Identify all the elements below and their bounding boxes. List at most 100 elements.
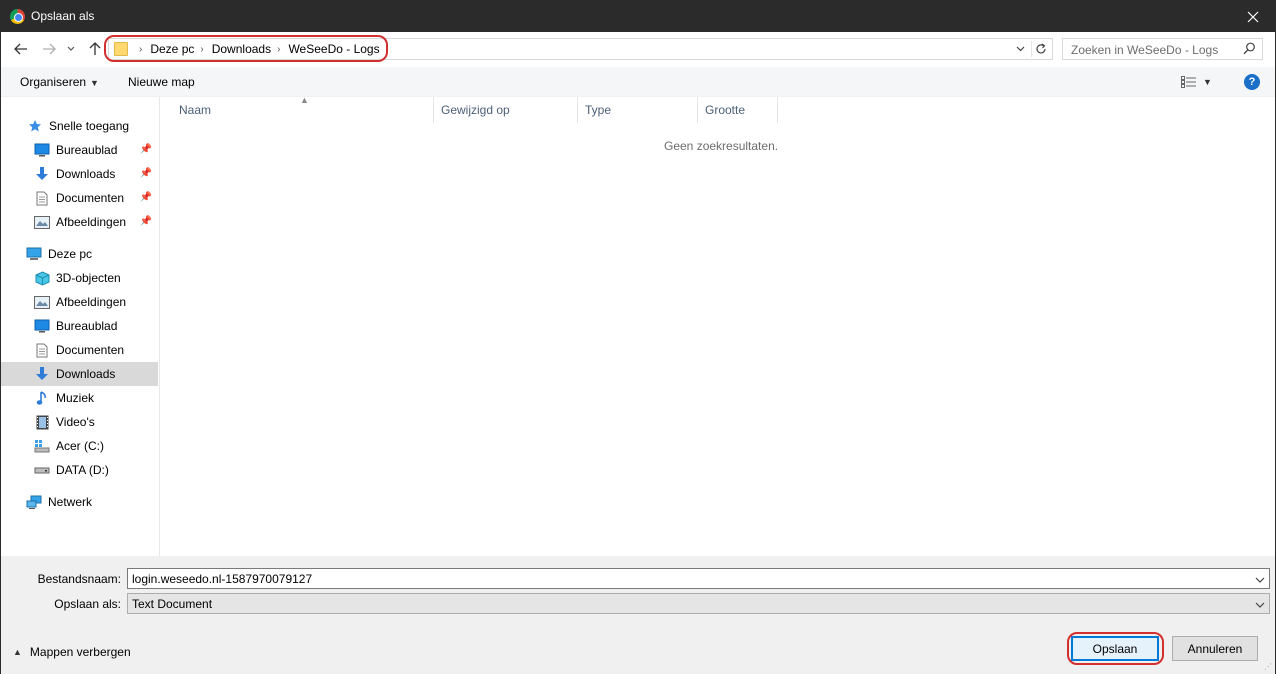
column-header-size[interactable]: Grootte	[698, 97, 778, 123]
computer-icon	[26, 246, 42, 262]
breadcrumb-this-pc[interactable]: Deze pc	[150, 42, 194, 56]
address-dropdown-button[interactable]	[1013, 41, 1027, 57]
back-button[interactable]	[11, 39, 31, 59]
nav-music[interactable]: Muziek	[1, 386, 158, 410]
close-icon	[1247, 11, 1259, 22]
column-header-type[interactable]: Type	[578, 97, 698, 123]
resize-grip-icon[interactable]: ⋰	[1264, 662, 1272, 671]
music-note-icon	[34, 390, 50, 406]
file-list[interactable]: ▲ Naam Gewijzigd op Type Grootte Geen zo…	[161, 95, 1275, 556]
pin-icon: 📌	[139, 168, 152, 179]
refresh-button[interactable]	[1031, 41, 1049, 57]
nav-label: Downloads	[56, 167, 116, 181]
filename-label: Bestandsnaam:	[37, 572, 121, 586]
nav-desktop[interactable]: Bureaublad	[1, 314, 158, 338]
title-bar[interactable]: Opslaan als	[1, 1, 1275, 32]
pictures-icon	[34, 294, 50, 310]
nav-label: Bureaublad	[56, 143, 118, 157]
chevron-down-icon	[67, 46, 75, 51]
breadcrumb-separator[interactable]: ›	[277, 44, 280, 55]
pictures-icon	[34, 214, 50, 230]
cancel-button[interactable]: Annuleren	[1172, 636, 1258, 661]
search-placeholder: Zoeken in WeSeeDo - Logs	[1071, 43, 1219, 57]
column-header-name[interactable]: Naam	[172, 97, 434, 123]
save-as-dialog: Opslaan als › Deze pc › Downloads › WeSe…	[0, 0, 1276, 674]
star-icon	[27, 118, 43, 134]
navigation-pane: Snelle toegang Bureaublad 📌 Downloads 📌 …	[1, 97, 160, 556]
caret-down-icon: ▼	[90, 78, 99, 88]
search-icon[interactable]	[1243, 42, 1256, 58]
nav-label: Documenten	[56, 191, 125, 205]
organize-button[interactable]: Organiseren ▼	[20, 75, 99, 89]
hide-folders-label: Mappen verbergen	[29, 645, 131, 659]
nav-label: Afbeeldingen	[56, 215, 127, 229]
search-box[interactable]: Zoeken in WeSeeDo - Logs	[1062, 38, 1263, 60]
chrome-icon	[10, 9, 25, 24]
desktop-icon	[34, 142, 50, 158]
chevron-down-icon[interactable]	[1255, 573, 1265, 587]
desktop-icon	[34, 318, 50, 334]
nav-documents[interactable]: Documenten	[1, 338, 158, 362]
breadcrumb-weseedo-logs[interactable]: WeSeeDo - Logs	[288, 42, 379, 56]
nav-3d-objects[interactable]: 3D-objecten	[1, 266, 158, 290]
up-button[interactable]	[85, 39, 105, 59]
nav-pictures[interactable]: Afbeeldingen	[1, 290, 158, 314]
nav-this-pc[interactable]: Deze pc	[1, 242, 158, 266]
organize-label: Organiseren	[20, 75, 87, 89]
new-folder-button[interactable]: Nieuwe map	[128, 75, 195, 89]
arrow-right-icon	[43, 43, 56, 55]
pin-icon: 📌	[139, 144, 152, 155]
nav-downloads[interactable]: Downloads	[1, 362, 158, 386]
nav-label: DATA (D:)	[56, 463, 109, 477]
filename-value: login.weseedo.nl-1587970079127	[132, 572, 313, 586]
network-icon	[26, 494, 42, 510]
nav-drive-c[interactable]: Acer (C:)	[1, 434, 158, 458]
nav-network[interactable]: Netwerk	[1, 490, 158, 514]
help-button[interactable]: ?	[1244, 74, 1260, 90]
nav-label: Bureaublad	[56, 319, 118, 333]
breadcrumb-separator[interactable]: ›	[200, 44, 203, 55]
savetype-select[interactable]: Text Document	[127, 593, 1270, 614]
filename-input[interactable]: login.weseedo.nl-1587970079127	[127, 568, 1270, 589]
nav-quick-pictures[interactable]: Afbeeldingen 📌	[1, 210, 158, 234]
nav-label: 3D-objecten	[56, 271, 121, 285]
change-view-button[interactable]: ▼	[1181, 73, 1217, 91]
breadcrumb-separator[interactable]: ›	[139, 44, 142, 55]
chevron-down-icon	[1255, 598, 1265, 612]
nav-label: Video's	[56, 415, 95, 429]
cube-3d-icon	[34, 270, 50, 286]
pin-icon: 📌	[139, 216, 152, 227]
address-bar[interactable]: › Deze pc › Downloads › WeSeeDo - Logs	[108, 38, 1053, 60]
hide-folders-button[interactable]: ▲ Mappen verbergen	[13, 645, 131, 659]
nav-videos[interactable]: Video's	[1, 410, 158, 434]
chevron-down-icon	[1016, 46, 1024, 52]
breadcrumb-downloads[interactable]: Downloads	[212, 42, 271, 56]
save-button[interactable]: Opslaan	[1071, 636, 1159, 661]
download-arrow-icon	[34, 366, 50, 382]
document-icon	[34, 342, 50, 358]
save-options-panel: Bestandsnaam: login.weseedo.nl-158797007…	[1, 556, 1275, 674]
nav-quick-access[interactable]: Snelle toegang	[1, 114, 158, 138]
column-header-modified[interactable]: Gewijzigd op	[434, 97, 578, 123]
nav-drive-d[interactable]: DATA (D:)	[1, 458, 158, 482]
film-icon	[34, 414, 50, 430]
arrow-up-icon	[89, 42, 101, 55]
command-bar: Organiseren ▼ Nieuwe map ▼ ?	[1, 67, 1275, 97]
caret-up-icon: ▲	[13, 647, 22, 657]
nav-label: Acer (C:)	[56, 439, 104, 453]
download-arrow-icon	[34, 166, 50, 182]
forward-button[interactable]	[39, 39, 59, 59]
nav-label: Netwerk	[48, 495, 93, 509]
nav-label: Snelle toegang	[49, 119, 130, 133]
folder-icon	[114, 42, 128, 56]
close-button[interactable]	[1231, 1, 1275, 32]
nav-quick-downloads[interactable]: Downloads 📌	[1, 162, 158, 186]
recent-locations-button[interactable]	[64, 39, 78, 59]
pin-icon: 📌	[139, 192, 152, 203]
nav-quick-desktop[interactable]: Bureaublad 📌	[1, 138, 158, 162]
document-icon	[34, 190, 50, 206]
details-view-icon	[1181, 76, 1196, 88]
drive-icon	[34, 462, 50, 478]
nav-quick-documents[interactable]: Documenten 📌	[1, 186, 158, 210]
empty-results-message: Geen zoekresultaten.	[664, 139, 779, 153]
